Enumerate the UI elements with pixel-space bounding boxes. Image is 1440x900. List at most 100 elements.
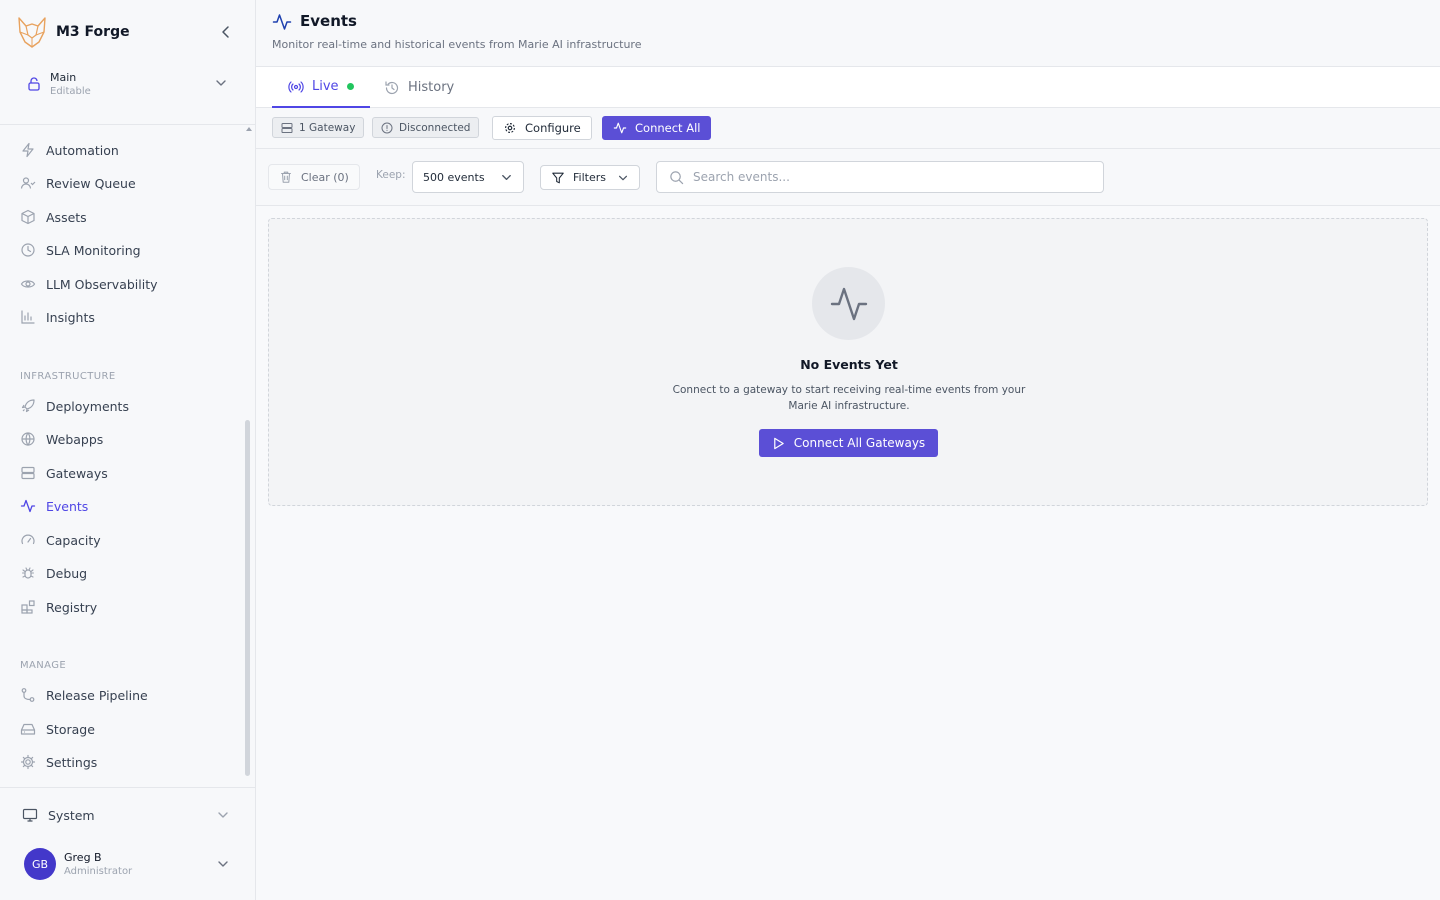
keep-events-select[interactable]: 500 events	[412, 161, 524, 193]
zap-icon	[22, 142, 34, 158]
monitor-icon	[22, 808, 38, 822]
page-subtitle: Monitor real-time and historical events …	[272, 38, 642, 51]
tab-label: History	[408, 80, 455, 95]
bug-icon	[21, 567, 35, 579]
eye-icon	[20, 280, 36, 288]
play-icon	[773, 437, 784, 449]
scroll-up-arrow[interactable]	[246, 127, 252, 131]
clear-events-button[interactable]: Clear (0)	[268, 164, 360, 190]
chevron-down-icon	[502, 174, 511, 181]
main-content: Events Monitor real-time and historical …	[256, 0, 1440, 900]
page-title: Events	[300, 12, 357, 30]
connect-all-label: Connect All	[635, 121, 701, 135]
server-icon	[21, 466, 35, 480]
activity-icon	[830, 287, 867, 320]
page-header: Events Monitor real-time and historical …	[256, 0, 1440, 67]
system-selector[interactable]: System	[16, 800, 240, 830]
radio-signal-icon	[288, 80, 304, 93]
tab-history[interactable]: History	[368, 67, 470, 108]
search-input[interactable]	[693, 162, 1093, 192]
clock-icon	[21, 243, 35, 257]
sidebar-item-assets[interactable]: Assets	[14, 202, 240, 232]
sidebar-item-settings[interactable]: Settings	[14, 747, 240, 777]
sidebar-item-review-queue[interactable]: Review Queue	[14, 168, 240, 198]
sidebar-item-label: Assets	[46, 209, 87, 225]
chevron-down-icon	[216, 80, 226, 86]
blocks-icon	[21, 600, 35, 614]
brand-name: M3 Forge	[56, 24, 130, 40]
fox-logo-icon	[18, 17, 46, 48]
activity-icon	[272, 14, 292, 30]
sidebar-item-label: Release Pipeline	[46, 687, 148, 703]
sidebar-item-label: Storage	[46, 721, 95, 737]
sidebar-item-label: Debug	[46, 565, 88, 581]
tab-bar: Live History	[256, 67, 1440, 108]
empty-state-panel: No Events Yet Connect to a gateway to st…	[268, 218, 1428, 506]
section-label-manage: MANAGE	[20, 660, 67, 671]
keep-label: Keep:	[376, 169, 406, 181]
lock-open-icon	[28, 77, 40, 91]
sidebar: M3 Forge Main Editable Automation Review…	[0, 0, 256, 900]
sidebar-item-label: Registry	[46, 599, 98, 615]
empty-state-description: Connect to a gateway to start receiving …	[672, 384, 1026, 412]
gateway-count-badge: 1 Gateway	[272, 117, 365, 138]
sidebar-item-label: Automation	[46, 142, 119, 158]
chevron-down-icon	[218, 861, 228, 867]
users-icon	[20, 177, 36, 189]
connection-status-badge: Disconnected	[372, 117, 480, 138]
clear-events-label: Clear (0)	[301, 170, 349, 184]
info-circle-icon	[381, 122, 393, 133]
keep-events-value: 500 events	[423, 170, 485, 184]
sidebar-item-debug[interactable]: Debug	[14, 558, 240, 588]
empty-state-icon-circle	[812, 267, 885, 340]
filter-icon	[552, 172, 564, 183]
user-name: Greg B	[64, 850, 102, 864]
sidebar-item-registry[interactable]: Registry	[14, 592, 240, 622]
globe-icon	[21, 432, 35, 446]
sidebar-item-automation[interactable]: Automation	[14, 135, 240, 165]
connect-all-gateways-button[interactable]: Connect All Gateways	[759, 429, 938, 457]
tab-label: Live	[312, 79, 339, 94]
section-label-infrastructure: INFRASTRUCTURE	[20, 371, 116, 382]
filters-button[interactable]: Filters	[540, 165, 640, 190]
box-icon	[21, 209, 35, 225]
live-status-dot	[346, 83, 354, 90]
sidebar-item-deployments[interactable]: Deployments	[14, 391, 240, 421]
activity-icon	[20, 499, 36, 513]
sidebar-item-release-pipeline[interactable]: Release Pipeline	[14, 680, 240, 710]
sidebar-item-label: Webapps	[46, 431, 104, 447]
sidebar-nav: Automation Review Queue Assets SLA Monit…	[0, 126, 256, 786]
sidebar-item-label: LLM Observability	[46, 276, 158, 292]
sidebar-scrollbar[interactable]	[245, 420, 250, 776]
connect-all-gateways-label: Connect All Gateways	[793, 436, 926, 450]
chevron-left-icon[interactable]	[218, 24, 234, 40]
sidebar-item-insights[interactable]: Insights	[14, 302, 240, 332]
sidebar-item-webapps[interactable]: Webapps	[14, 424, 240, 454]
chevron-down-icon	[618, 175, 628, 181]
user-menu[interactable]: GB Greg B Administrator	[16, 844, 240, 884]
tab-live[interactable]: Live	[272, 67, 370, 108]
history-icon	[385, 80, 399, 94]
sidebar-item-capacity[interactable]: Capacity	[14, 525, 240, 555]
brand: M3 Forge	[16, 14, 240, 50]
trash-icon	[281, 171, 291, 183]
configure-button[interactable]: Configure	[492, 116, 592, 140]
sidebar-item-label: Settings	[46, 754, 98, 770]
connect-all-button[interactable]: Connect All	[602, 116, 712, 140]
sidebar-item-label: Events	[46, 498, 89, 514]
status-toolbar: 1 Gateway Disconnected Configure Connect…	[256, 108, 1440, 149]
sidebar-item-label: Insights	[46, 309, 95, 325]
configure-label: Configure	[525, 121, 581, 135]
server-icon	[281, 122, 293, 133]
workspace-selector[interactable]: Main Editable	[16, 62, 240, 106]
sidebar-item-storage[interactable]: Storage	[14, 714, 240, 744]
sidebar-item-gateways[interactable]: Gateways	[14, 458, 240, 488]
sidebar-item-llm-observability[interactable]: LLM Observability	[14, 269, 240, 299]
rocket-icon	[21, 399, 35, 413]
sidebar-item-label: Review Queue	[46, 175, 136, 191]
sidebar-item-events[interactable]: Events	[14, 491, 240, 521]
sidebar-item-sla-monitoring[interactable]: SLA Monitoring	[14, 235, 240, 265]
sidebar-item-label: Capacity	[46, 532, 101, 548]
search-icon	[670, 171, 684, 185]
avatar: GB	[24, 848, 56, 880]
